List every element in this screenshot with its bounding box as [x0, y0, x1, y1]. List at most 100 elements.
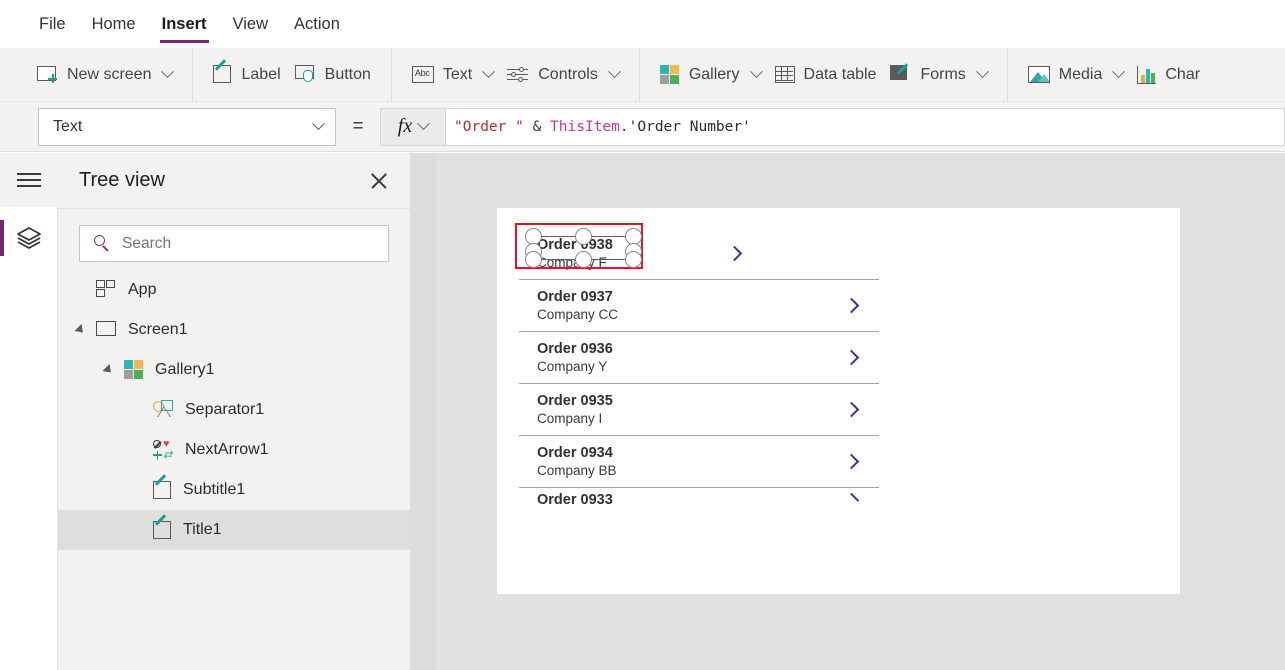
gallery-row[interactable]: Order 0935 Company I — [519, 384, 879, 436]
resize-handle-n[interactable] — [575, 228, 592, 245]
app-icon — [96, 280, 117, 300]
hamburger-menu-button[interactable] — [0, 153, 58, 207]
subtitle-label[interactable]: Company BB — [537, 463, 617, 478]
tree-item-subtitle1[interactable]: Subtitle1 — [58, 470, 410, 510]
tree-item-separator1[interactable]: Separator1 — [58, 390, 410, 430]
data-table-icon — [774, 66, 795, 83]
gallery-row[interactable]: Order 0933 — [519, 488, 879, 518]
gallery-row[interactable]: Order 0937 Company CC — [519, 280, 879, 332]
tree-item-list: App Screen1 Gallery1 Separator1 ♥ ⇄ Next… — [58, 262, 410, 550]
chevron-down-icon — [312, 117, 325, 131]
tree-item-label: Screen1 — [128, 321, 188, 338]
text-icon-glyph: Abc — [414, 68, 430, 78]
ribbon-group-basic: Label Button — [193, 47, 392, 102]
button-button[interactable]: Button — [288, 55, 378, 95]
menu-item-action[interactable]: Action — [281, 1, 353, 48]
gallery-row[interactable]: Order 0934 Company BB — [519, 436, 879, 488]
tree-item-screen1[interactable]: Screen1 — [58, 310, 410, 350]
gallery-row-texts: Order 0935 Company I — [537, 393, 613, 426]
search-input[interactable]: Search — [79, 225, 389, 262]
controls-menu-label: Controls — [538, 65, 598, 83]
chevron-down-icon — [161, 65, 175, 79]
gallery-row[interactable]: Order 0936 Company Y — [519, 332, 879, 384]
fx-button[interactable]: fx — [380, 107, 446, 146]
title-label[interactable]: Order 0933 — [537, 492, 613, 508]
canvas-area: Order 0938 Company F Order 0937 Company … — [411, 153, 1285, 670]
resize-handle-sw[interactable] — [525, 251, 542, 268]
rail-item-tree-view[interactable] — [0, 207, 58, 269]
icon-set-icon: ♥ ⇄ — [153, 439, 174, 461]
ribbon-group-inputs: Abc Text Controls — [392, 47, 640, 102]
gallery-row-texts: Order 0933 — [537, 492, 613, 510]
menu-item-home[interactable]: Home — [79, 1, 149, 48]
close-icon[interactable] — [368, 170, 390, 192]
charts-menu-button[interactable]: Char — [1130, 55, 1207, 95]
subtitle-label[interactable]: Company Y — [537, 359, 613, 374]
property-selector[interactable]: Text — [38, 107, 336, 146]
menu-bar: File Home Insert View Action — [0, 0, 1285, 48]
media-menu-label: Media — [1058, 65, 1103, 83]
title-label[interactable]: Order 0935 — [537, 393, 613, 409]
chevron-down-icon — [1112, 65, 1126, 79]
next-arrow-icon[interactable] — [843, 492, 860, 508]
media-menu-button[interactable]: Media — [1021, 55, 1131, 95]
resize-handle-se[interactable] — [625, 251, 642, 268]
forms-menu-label: Forms — [920, 65, 966, 83]
gallery-icon — [659, 64, 680, 85]
chevron-down-icon — [749, 65, 763, 79]
left-icon-rail — [0, 207, 58, 670]
subtitle-label[interactable]: Company I — [537, 411, 613, 426]
resize-handle-s[interactable] — [575, 251, 592, 268]
app-screen-preview[interactable]: Order 0938 Company F Order 0937 Company … — [497, 208, 1180, 594]
new-screen-button[interactable]: New screen — [30, 55, 179, 95]
gallery1-control[interactable]: Order 0938 Company F Order 0937 Company … — [515, 223, 879, 518]
tree-item-nextarrow1[interactable]: ♥ ⇄ NextArrow1 — [58, 430, 410, 470]
next-arrow-icon[interactable] — [843, 297, 860, 314]
expander-icon[interactable] — [74, 323, 87, 337]
next-arrow-icon[interactable] — [843, 349, 860, 366]
label-button[interactable]: Label — [206, 55, 287, 95]
tree-view-header: Tree view — [58, 153, 410, 209]
menu-item-insert[interactable]: Insert — [149, 1, 220, 48]
property-selector-value: Text — [53, 117, 83, 135]
gallery-row[interactable]: Order 0938 Company F — [515, 223, 879, 280]
next-arrow-icon[interactable] — [727, 245, 743, 262]
title-label[interactable]: Order 0937 — [537, 289, 618, 305]
text-menu-button[interactable]: Abc Text — [405, 55, 500, 95]
tree-item-gallery1[interactable]: Gallery1 — [58, 350, 410, 390]
subtitle-label[interactable]: Company CC — [537, 307, 618, 322]
ribbon-group-screens: New screen — [0, 47, 194, 102]
tree-item-label: Subtitle1 — [183, 481, 246, 498]
tree-item-app[interactable]: App — [58, 270, 410, 310]
tree-item-label: App — [128, 281, 157, 298]
gallery-row-texts: Order 0937 Company CC — [537, 289, 618, 322]
label-icon — [153, 514, 172, 540]
data-table-label: Data table — [803, 65, 877, 83]
tree-item-title1[interactable]: Title1 — [58, 510, 410, 550]
controls-menu-button[interactable]: Controls — [500, 55, 626, 95]
next-arrow-icon[interactable] — [843, 453, 860, 470]
menu-item-view[interactable]: View — [220, 1, 281, 48]
ribbon-group-media: Media Char — [1008, 48, 1220, 102]
title-label[interactable]: Order 0934 — [537, 445, 617, 461]
tree-item-label: NextArrow1 — [185, 441, 269, 458]
hamburger-icon — [17, 173, 41, 187]
layers-icon — [16, 226, 42, 250]
expander-icon[interactable] — [102, 363, 115, 377]
formula-bar: Text = fx "Order " & ThisItem. 'Order Num… — [0, 102, 1285, 152]
tree-search-wrap: Search — [58, 209, 410, 262]
next-arrow-icon[interactable] — [843, 401, 860, 418]
canvas-shade — [411, 153, 436, 670]
data-table-button[interactable]: Data table — [768, 55, 884, 95]
title-label[interactable]: Order 0936 — [537, 341, 613, 357]
button-button-label: Button — [324, 65, 371, 83]
text-menu-label: Text — [442, 65, 473, 83]
menu-item-file[interactable]: File — [26, 1, 79, 48]
gallery-menu-button[interactable]: Gallery — [653, 55, 768, 95]
tree-item-label: Gallery1 — [155, 361, 215, 378]
gallery-menu-label: Gallery — [688, 65, 740, 83]
forms-menu-button[interactable]: Forms — [883, 55, 993, 95]
formula-input[interactable]: "Order " & ThisItem. 'Order Number' — [446, 107, 1285, 146]
new-screen-icon — [37, 65, 58, 84]
formula-token-string: "Order " — [454, 118, 524, 135]
